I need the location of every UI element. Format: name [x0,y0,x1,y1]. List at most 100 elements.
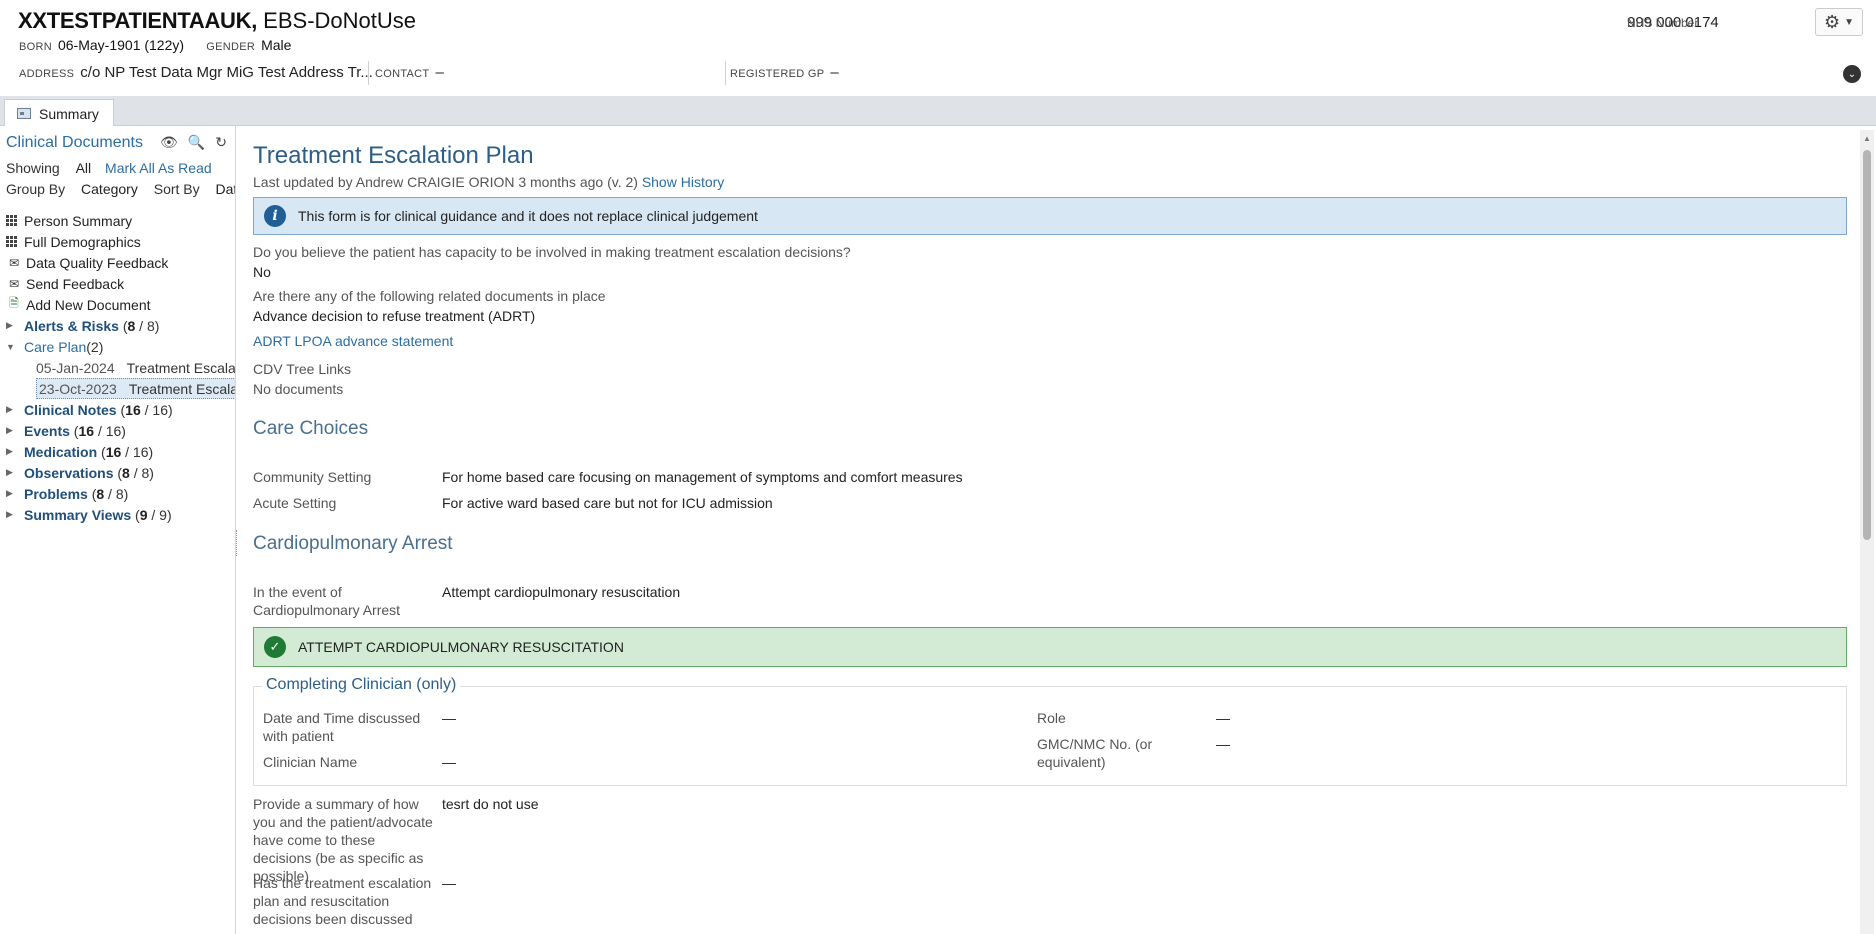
expand-banner-button[interactable]: ⌄ [1843,65,1861,83]
grid-icon [6,214,20,227]
address-label: ADDRESS [19,68,75,80]
category-observations[interactable]: ▶ Observations (8 / 8) [6,462,235,483]
expand-triangle-icon: ▶ [6,320,13,330]
community-label: Community Setting [253,469,372,485]
gmc-value: — [1216,736,1230,752]
tab-strip: Summary [0,96,1876,127]
capacity-question: Do you believe the patient has capacity … [253,244,851,260]
address-cell: ADDRESS c/o NP Test Data Mgr MiG Test Add… [19,64,373,81]
care-choices-heading: Care Choices [253,418,369,439]
sort-by-label: Sort By [153,181,200,197]
section-legend: Completing Clinician (only) [262,676,461,694]
vertical-scrollbar[interactable]: ▲ [1860,130,1874,934]
expand-triangle-icon: ▶ [6,488,13,498]
collapse-triangle-icon: ▼ [6,341,15,352]
eye-icon[interactable]: 👁 [160,134,178,151]
summary-value: tesrt do not use [442,796,539,812]
scrollbar-thumb[interactable] [1863,150,1871,540]
born-label: BORN [19,41,52,53]
sidebar-title: Clinical Documents [6,134,143,151]
info-icon: i [264,205,286,227]
envelope-icon: ✉ [8,255,20,270]
adrt-link[interactable]: ADRT LPOA advance statement [253,333,453,349]
date-discussed-label: Date and Time discussed with patient [263,710,421,744]
contact-value: – [435,64,444,81]
address-value: c/o NP Test Data Mgr MiG Test Address Tr… [80,64,373,81]
add-document-icon: 🗎 [9,296,19,310]
sidebar-tools: 👁 🔍 ↻ [160,134,227,151]
tab-summary[interactable]: Summary [4,99,114,127]
expand-triangle-icon: ▶ [6,509,13,519]
divider [368,61,369,85]
expand-triangle-icon: ▶ [6,467,13,477]
discussed-label: Has the treatment escalation plan and re… [253,875,432,927]
document-row[interactable]: 05-Jan-2024 Treatment Escalati [6,357,235,378]
info-banner: i This form is for clinical guidance and… [253,197,1847,235]
show-history-link[interactable]: Show History [642,174,724,190]
category-alerts-risks[interactable]: ▶ Alerts & Risks (8 / 8) [6,315,235,336]
envelope-icon: ✉ [8,276,20,291]
capacity-answer: No [253,264,271,280]
date-discussed-value: — [442,710,456,726]
group-by-value[interactable]: Category [81,181,138,197]
showing-label: Showing [6,160,60,176]
related-docs-question: Are there any of the following related d… [253,288,606,304]
related-docs-answer: Advance decision to refuse treatment (AD… [253,308,536,324]
category-events[interactable]: ▶ Events (16 / 16) [6,420,235,441]
gear-icon: ⚙ [1823,11,1841,32]
acute-label: Acute Setting [253,495,337,511]
cpr-status-banner: ✓ ATTEMPT CARDIOPULMONARY RESUSCITATION [253,627,1847,667]
gp-value: – [830,64,839,81]
category-medication[interactable]: ▶ Medication (16 / 16) [6,441,235,462]
expand-triangle-icon: ▶ [6,425,13,435]
info-text: This form is for clinical guidance and i… [298,208,758,224]
gp-cell: REGISTERED GP – [730,64,839,81]
showing-filter: Showing All Mark All As Read [6,160,212,176]
acute-value: For active ward based care but not for I… [442,495,773,511]
category-summary-views[interactable]: ▶ Summary Views (9 / 9) [6,504,235,525]
sidebar-item-send-feedback[interactable]: ✉ Send Feedback [6,273,235,294]
clinician-name-value: — [442,754,456,770]
role-label: Role [1037,710,1066,726]
patient-born-gender: BORN 06-May-1901 (122y) GENDER Male [19,37,309,54]
check-icon: ✓ [264,636,286,658]
showing-value[interactable]: All [76,160,92,176]
summary-icon [17,108,31,119]
category-problems[interactable]: ▶ Problems (8 / 8) [6,483,235,504]
contact-label: CONTACT [375,68,430,80]
mark-all-read-link[interactable]: Mark All As Read [105,160,212,176]
search-icon[interactable]: 🔍 [188,134,205,151]
sidebar-item-person-summary[interactable]: Person Summary [6,210,235,231]
divider [725,61,726,85]
sidebar-item-data-quality-feedback[interactable]: ✉ Data Quality Feedback [6,252,235,273]
cpa-label: In the event of Cardiopulmonary Arrest [253,584,401,618]
contact-cell: CONTACT – [375,64,444,81]
refresh-icon[interactable]: ↻ [215,134,227,151]
patient-banner: XXTESTPATIENTAAUK, EBS-DoNotUse BORN 06-M… [0,0,1876,96]
completing-clinician-section: Completing Clinician (only) Date and Tim… [253,676,1847,786]
category-care-plan[interactable]: ▼ Care Plan (2) [6,336,235,357]
gender-label: GENDER [206,41,256,53]
nhs-label: NHS Number [1627,16,1699,30]
role-value: — [1216,710,1230,726]
document-row-selected[interactable]: 23-Oct-2023 Treatment Escalati [36,378,235,399]
page-title: Treatment Escalation Plan [253,142,534,169]
summary-label: Provide a summary of how you and the pat… [253,796,433,884]
grid-icon [6,235,20,248]
born-value: 06-May-1901 (122y) [57,37,185,53]
scroll-up-icon[interactable]: ▲ [1863,134,1871,143]
discussed-value: — [442,875,456,891]
clinical-documents-sidebar: Clinical Documents 👁 🔍 ↻ Showing All Mar… [0,126,236,934]
sort-by-value[interactable]: Date [216,181,235,197]
sidebar-item-full-demographics[interactable]: Full Demographics [6,231,235,252]
chevron-down-icon: ⌄ [1847,68,1857,80]
nhs-number: NHS Number 999 000 0174 [1627,14,1719,31]
last-updated: Last updated by Andrew CRAIGIE ORION 3 m… [253,174,725,190]
sidebar-item-add-new-document[interactable]: 🗎 Add New Document [6,294,235,315]
document-viewer: Treatment Escalation Plan Last updated b… [239,126,1859,934]
group-by-label: Group By [6,181,66,197]
settings-button[interactable]: ⚙ ▼ [1815,8,1863,36]
cpr-status-text: ATTEMPT CARDIOPULMONARY RESUSCITATION [298,639,624,655]
category-clinical-notes[interactable]: ▶ Clinical Notes (16 / 16) [6,399,235,420]
cdv-value: No documents [253,381,344,397]
